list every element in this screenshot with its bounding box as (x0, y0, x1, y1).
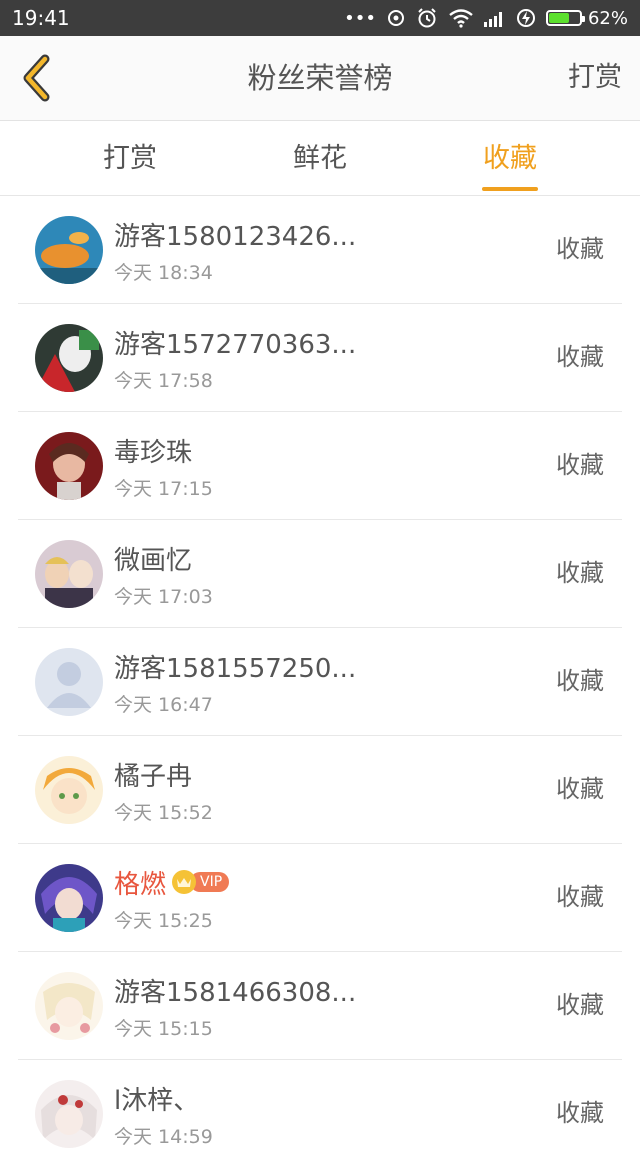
tab-tip[interactable]: 打赏 (65, 121, 195, 195)
row-action-label: 收藏 (556, 775, 604, 803)
fan-time: 今天 17:15 (114, 478, 213, 500)
avatar (35, 756, 103, 824)
fan-time: 今天 15:15 (114, 1018, 213, 1040)
sync-icon (386, 8, 406, 28)
fan-name: 游客1581557250... (114, 654, 357, 684)
fan-name: 游客1572770363... (114, 330, 357, 360)
list-item[interactable]: 游客1580123426... 今天 18:34 收藏 (18, 196, 622, 304)
list-item[interactable]: l沐梓、 今天 14:59 收藏 (18, 1060, 622, 1167)
tip-button[interactable]: 打赏 (568, 36, 622, 120)
fan-time: 今天 17:58 (114, 370, 213, 392)
fan-time: 今天 16:47 (114, 694, 213, 716)
status-icons: ••• 62% (344, 0, 628, 36)
row-action-label: 收藏 (556, 451, 604, 479)
page-title: 粉丝荣誉榜 (247, 61, 393, 95)
crown-icon (172, 870, 196, 894)
row-action-label: 收藏 (556, 1099, 604, 1127)
avatar (35, 648, 103, 716)
status-bar: 19:41 ••• 62% (0, 0, 640, 36)
tab-favorites-label: 收藏 (483, 143, 537, 174)
fan-name: 微画忆 (114, 546, 193, 576)
nav-bar: 粉丝荣誉榜 打赏 (0, 36, 640, 121)
row-action-label: 收藏 (556, 235, 604, 263)
row-action-label: 收藏 (556, 343, 604, 371)
battery-percent: 62% (587, 7, 628, 29)
avatar (35, 540, 103, 608)
more-dots-icon: ••• (344, 7, 376, 29)
charging-icon (516, 8, 536, 28)
list-item[interactable]: 格燃 VIP 今天 15:25 收藏 (18, 844, 622, 952)
tab-bar: 打赏 鲜花 收藏 (0, 121, 640, 196)
alarm-icon (416, 7, 438, 29)
fan-time: 今天 17:03 (114, 586, 213, 608)
list-item[interactable]: 游客1581466308... 今天 15:15 收藏 (18, 952, 622, 1060)
signal-icon (483, 9, 506, 27)
fan-name: 游客1580123426... (114, 222, 357, 252)
battery-indicator: 62% (545, 7, 628, 29)
row-action-label: 收藏 (556, 991, 604, 1019)
fan-time: 今天 15:25 (114, 910, 213, 932)
avatar (35, 324, 103, 392)
list-item[interactable]: 游客1581557250... 今天 16:47 收藏 (18, 628, 622, 736)
wifi-icon (448, 8, 474, 28)
list-item[interactable]: 橘子冉 今天 15:52 收藏 (18, 736, 622, 844)
avatar (35, 432, 103, 500)
row-action-label: 收藏 (556, 883, 604, 911)
vip-badge-group: VIP (172, 870, 230, 894)
avatar (35, 216, 103, 284)
avatar (35, 972, 103, 1040)
fan-name: l沐梓、 (114, 1086, 200, 1116)
fan-time: 今天 18:34 (114, 262, 213, 284)
active-tab-indicator (482, 187, 538, 191)
list-item[interactable]: 微画忆 今天 17:03 收藏 (18, 520, 622, 628)
fan-name: 格燃 (114, 870, 167, 900)
status-time: 19:41 (12, 6, 70, 30)
fan-name: 游客1581466308... (114, 978, 357, 1008)
fan-name: 橘子冉 (114, 762, 193, 792)
fan-time: 今天 14:59 (114, 1126, 213, 1148)
fan-time: 今天 15:52 (114, 802, 213, 824)
row-action-label: 收藏 (556, 667, 604, 695)
tab-flowers[interactable]: 鲜花 (255, 121, 385, 195)
avatar (35, 864, 103, 932)
fan-name: 毒珍珠 (114, 438, 193, 468)
list-item[interactable]: 游客1572770363... 今天 17:58 收藏 (18, 304, 622, 412)
row-action-label: 收藏 (556, 559, 604, 587)
tab-favorites[interactable]: 收藏 (445, 121, 575, 195)
battery-icon (545, 10, 585, 26)
list-item[interactable]: 毒珍珠 今天 17:15 收藏 (18, 412, 622, 520)
